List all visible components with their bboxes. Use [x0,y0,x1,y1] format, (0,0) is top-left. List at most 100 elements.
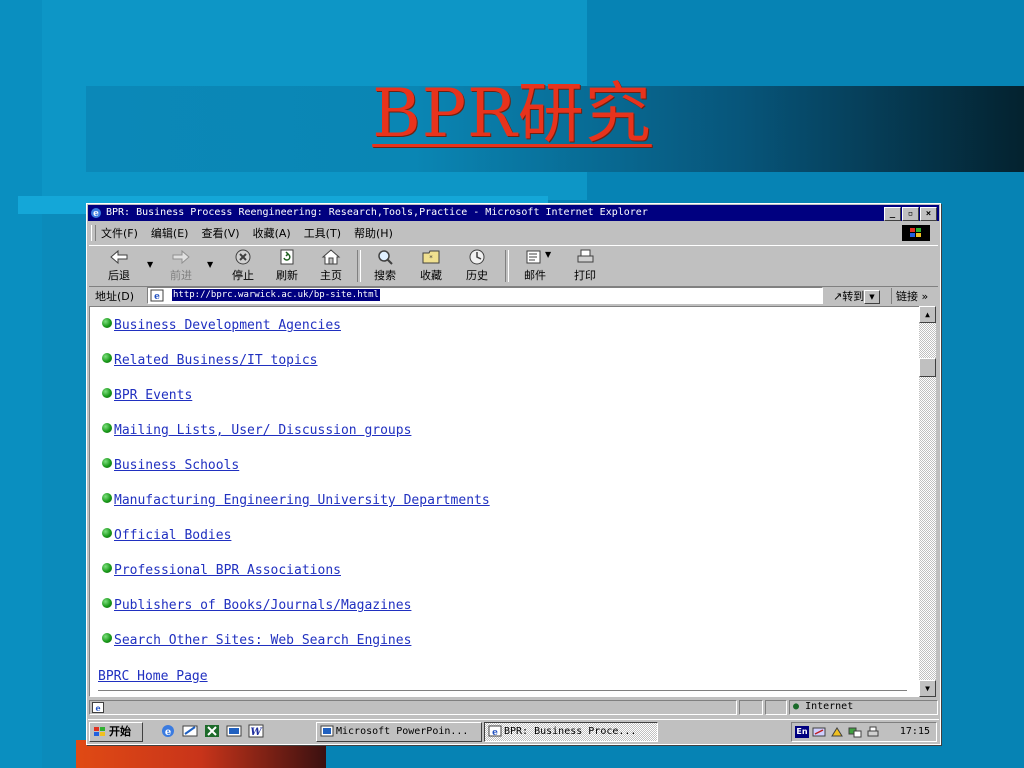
word-quicklaunch-icon[interactable]: W [248,724,264,738]
print-button[interactable]: 打印 [563,248,607,283]
minimize-button[interactable]: _ [884,207,901,221]
svg-text:e: e [154,292,160,302]
ie-logo-icon: e [91,208,101,219]
status-text-cell: e [89,700,737,715]
tray-app-icon[interactable] [830,726,844,738]
green-bullet-icon [102,528,112,538]
link-professional-bpr-associations[interactable]: Professional BPR Associations [114,563,341,578]
scroll-up-icon[interactable]: ▲ [919,306,936,323]
history-label: 历史 [466,269,488,282]
window-title: BPR: Business Process Reengineering: Res… [106,207,648,218]
close-button[interactable]: × [920,207,937,221]
history-icon [469,249,485,265]
address-url: http://bprc.warwick.ac.uk/bp-site.html [172,289,380,301]
start-label: 开始 [109,725,131,738]
windows-logo-icon [902,225,930,241]
toolbar-separator [505,250,509,282]
history-button[interactable]: 历史 [455,248,499,283]
stop-button[interactable]: 停止 [221,248,265,283]
address-input[interactable]: e http://bprc.warwick.ac.uk/bp-site.html… [147,287,880,304]
links-button[interactable]: 链接 » [891,288,928,304]
go-button[interactable]: ↗转到 [833,288,864,304]
home-icon [321,249,341,265]
green-bullet-icon [102,493,112,503]
status-cell [765,700,787,715]
green-bullet-icon [102,598,112,608]
refresh-button[interactable]: 刷新 [265,248,309,283]
scroll-thumb[interactable] [919,358,936,377]
green-bullet-icon [102,633,112,643]
task-ie-bpr[interactable]: e BPR: Business Proce... [484,722,658,742]
maximize-button[interactable]: ▫ [902,207,919,221]
green-bullet-icon [102,318,112,328]
search-button[interactable]: 搜索 [363,248,407,283]
back-arrow-icon [110,249,128,265]
scroll-down-icon[interactable]: ▼ [919,680,936,697]
page-status-icon: e [92,702,104,713]
internet-zone: ● Internet [793,701,853,712]
link-official-bodies[interactable]: Official Bodies [114,528,231,543]
standard-toolbar: 后退 ▼ 前进 ▼ 停止 刷新 主页 搜索 * 收藏 历史 邮件 ▼ 打印 [89,245,938,287]
address-dropdown-icon[interactable]: ▼ [864,290,880,304]
forward-dropdown-icon[interactable]: ▼ [207,260,213,269]
menu-help[interactable]: 帮助(H) [354,225,393,241]
link-business-schools[interactable]: Business Schools [114,458,239,473]
svg-text:e: e [492,728,498,737]
svg-text:e: e [95,703,100,713]
windows-flag-icon [94,727,105,736]
start-button[interactable]: 开始 [89,722,143,742]
network-tray-icon[interactable] [848,726,862,738]
link-related-business-it-topics[interactable]: Related Business/IT topics [114,353,318,368]
favorites-button[interactable]: * 收藏 [409,248,453,283]
home-button[interactable]: 主页 [309,248,353,283]
ime-tray-icon[interactable] [812,726,826,738]
mail-dropdown-icon[interactable]: ▼ [545,250,551,259]
mail-icon [526,250,541,264]
green-bullet-icon [102,563,112,573]
task-ie-label: BPR: Business Proce... [504,726,637,737]
vertical-scrollbar[interactable]: ▲ ▼ [919,306,936,697]
outlook-quicklaunch-icon[interactable] [182,724,198,738]
search-icon [378,250,393,265]
toolbar-separator [357,250,361,282]
forward-button[interactable]: 前进 [159,248,203,283]
list-item: Professional BPR Associations [102,563,341,578]
link-bpr-events[interactable]: BPR Events [114,388,192,403]
link-manufacturing-engineering[interactable]: Manufacturing Engineering University Dep… [114,493,490,508]
window-titlebar[interactable]: e BPR: Business Process Reengineering: R… [88,205,939,221]
green-bullet-icon [102,458,112,468]
menu-view[interactable]: 查看(V) [201,225,239,241]
menu-file[interactable]: 文件(F) [101,225,138,241]
bprc-home-link[interactable]: BPRC Home Page [98,669,208,684]
list-item: Manufacturing Engineering University Dep… [102,493,490,508]
stop-icon [235,249,251,265]
page-icon: e [150,289,164,302]
menu-bar: 文件(F) 编辑(E) 查看(V) 收藏(A) 工具(T) 帮助(H) [89,223,938,243]
page-content: Business Development Agencies Related Bu… [89,306,920,697]
ie-task-icon: e [488,725,502,738]
browser-window: e BPR: Business Process Reengineering: R… [86,203,941,745]
desktop-quicklaunch-icon[interactable] [226,724,242,738]
ie-quicklaunch-icon[interactable]: e [160,724,176,738]
excel-quicklaunch-icon[interactable] [204,724,220,738]
link-mailing-lists[interactable]: Mailing Lists, User/ Discussion groups [114,423,411,438]
forward-label: 前进 [170,269,192,282]
link-business-development-agencies[interactable]: Business Development Agencies [114,318,341,333]
link-publishers[interactable]: Publishers of Books/Journals/Magazines [114,598,411,613]
system-tray: En 17:15 [791,722,937,742]
address-bar: 地址(D) e http://bprc.warwick.ac.uk/bp-sit… [89,287,938,304]
task-powerpoint[interactable]: Microsoft PowerPoin... [316,722,482,742]
menu-tools[interactable]: 工具(T) [304,225,341,241]
menu-favorites[interactable]: 收藏(A) [253,225,291,241]
favorites-label: 收藏 [420,269,442,282]
menubar-grip[interactable] [91,225,96,241]
back-button[interactable]: 后退 [97,248,141,283]
input-language-indicator[interactable]: En [795,726,809,738]
status-bar: e ● Internet [89,700,938,715]
refresh-icon [280,249,294,265]
menu-edit[interactable]: 编辑(E) [151,225,189,241]
back-dropdown-icon[interactable]: ▼ [147,260,153,269]
link-search-other-sites[interactable]: Search Other Sites: Web Search Engines [114,633,411,648]
printer-tray-icon[interactable] [866,726,880,738]
clock: 17:15 [899,726,930,737]
